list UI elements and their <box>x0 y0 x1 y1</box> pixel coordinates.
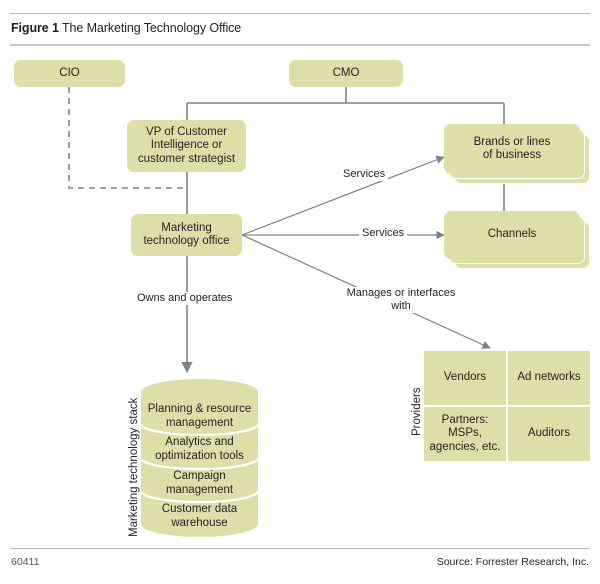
provider-cell-partners[interactable]: Partners: MSPs, agencies, etc. <box>424 407 506 461</box>
stack-layer-3[interactable]: Campaign management <box>141 470 258 497</box>
stack-layer-4[interactable]: Customer data warehouse <box>141 503 258 530</box>
provider-ad-networks-label: Ad networks <box>517 371 581 384</box>
node-cmo[interactable]: CMO <box>289 60 403 87</box>
manages-line-2: with <box>391 300 411 312</box>
stack-layer-2-line-1: Analytics and <box>165 436 234 448</box>
connector-layer <box>68 87 505 374</box>
figure-canvas: Figure 1 The Marketing Technology Office… <box>0 0 600 584</box>
node-cio-label: CIO <box>59 66 80 79</box>
stack-layer-1-line-1: Planning & resource <box>147 403 252 415</box>
node-vp-line-3: customer strategist <box>137 152 236 165</box>
node-vp-customer-intelligence[interactable]: VP of Customer Intelligence or customer … <box>127 120 246 172</box>
provider-partners-line-2: MSPs, <box>448 427 482 440</box>
top-divider <box>10 13 590 14</box>
node-vp-line-2: Intelligence or <box>150 139 223 152</box>
provider-cell-vendors[interactable]: Vendors <box>424 351 506 405</box>
provider-vendors-label: Vendors <box>443 371 487 384</box>
bottom-divider <box>10 548 590 549</box>
services-channels-text: Services <box>362 227 405 239</box>
provider-cell-ad-networks[interactable]: Ad networks <box>508 351 590 405</box>
node-mto-line-2: technology office <box>143 235 230 247</box>
stack-layer-3-line-2: management <box>165 483 234 496</box>
stack-layer-2[interactable]: Analytics and optimization tools <box>141 436 258 463</box>
node-mto-line-1: Marketing <box>161 221 212 234</box>
channels-front[interactable]: Channels <box>444 211 580 259</box>
node-cmo-label: CMO <box>332 66 360 79</box>
stack-layer-4-line-2: warehouse <box>171 516 228 529</box>
provider-partners-line-1: Partners: <box>441 413 489 426</box>
provider-cell-auditors[interactable]: Auditors <box>508 407 590 461</box>
marketing-technology-stack[interactable]: Planning & resource management Analytics… <box>141 379 258 537</box>
manages-line-1: Manages or interfaces <box>346 287 456 299</box>
figure-title-text: The Marketing Technology Office <box>61 21 242 35</box>
stack-caption-text: Marketing technology stack <box>128 397 140 537</box>
edge-label-services-channels: Services <box>359 227 408 240</box>
node-channels-label: Channels <box>487 228 537 241</box>
node-marketing-technology-office[interactable]: Marketing technology office <box>131 214 242 256</box>
stack-layer-3-line-1: Campaign <box>173 470 226 482</box>
owns-operates-text: Owns and operates <box>137 292 233 304</box>
providers-matrix: Vendors Ad networks Partners: MSPs, agen… <box>424 351 590 461</box>
node-brands-line-1: Brands or lines <box>473 135 551 148</box>
node-cio[interactable]: CIO <box>14 60 125 87</box>
provider-auditors-label: Auditors <box>527 427 571 440</box>
figure-label: Figure 1 <box>11 21 59 35</box>
edge-label-services-brands: Services <box>340 168 389 181</box>
brands-front[interactable]: Brands or lines of business <box>444 124 580 174</box>
node-brands-line-2: of business <box>482 149 542 161</box>
stack-layer-4-line-1: Customer data <box>161 503 238 515</box>
edge-label-owns-and-operates: Owns and operates <box>134 292 236 305</box>
title-divider <box>10 44 590 46</box>
figure-id: 60411 <box>11 556 40 568</box>
figure-source: Source: Forrester Research, Inc. <box>436 556 589 568</box>
node-channels[interactable]: Channels <box>444 211 590 269</box>
stack-caption: Marketing technology stack <box>128 398 140 537</box>
node-brands-or-lines-of-business[interactable]: Brands or lines of business <box>444 124 590 184</box>
providers-caption-text: Providers <box>411 387 423 436</box>
providers-caption: Providers <box>411 387 423 436</box>
edge-label-manages-or-interfaces-with: Manages or interfaces with <box>333 287 469 313</box>
figure-title: Figure 1 The Marketing Technology Office <box>11 21 241 35</box>
node-vp-line-1: VP of Customer <box>146 125 227 138</box>
stack-layer-1-line-2: management <box>165 416 234 429</box>
provider-partners-line-3: agencies, etc. <box>429 440 501 453</box>
stack-layer-2-line-2: optimization tools <box>155 449 244 462</box>
stack-layer-1[interactable]: Planning & resource management <box>141 403 258 430</box>
services-brands-text: Services <box>343 168 386 180</box>
